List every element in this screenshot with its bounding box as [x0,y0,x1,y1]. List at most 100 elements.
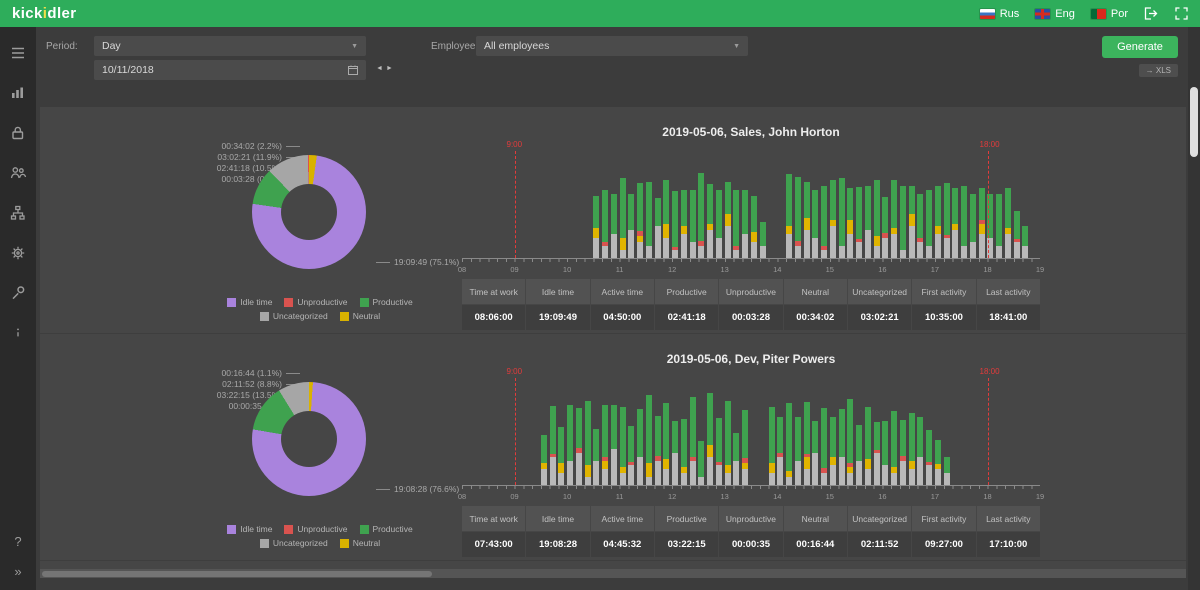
sidebar-item-autokick[interactable] [0,233,36,273]
legend-item: Productive [359,297,413,307]
donut-right-label: 19:09:49 (75.1%) [376,257,459,267]
activity-bar [908,186,915,258]
table-header-cell: Time at work [462,506,526,531]
activity-bar [978,187,985,258]
activity-bar [926,429,933,485]
activity-bar [715,417,722,485]
legend-swatch [339,538,349,548]
schedule-line: 18:00 [980,140,1000,258]
activity-bar [593,196,600,258]
activity-bar [829,417,836,485]
activity-bar [899,420,906,485]
activity-bar [786,174,793,258]
date-nav[interactable]: ◄► [376,65,396,72]
app-logo[interactable]: kickidler [12,5,77,22]
activity-bar [584,401,591,485]
activity-bar [1004,187,1011,258]
table-header-row: Time at work Idle time Active time Producti… [462,506,1040,531]
language-por[interactable]: Por [1090,8,1128,20]
legend-label: Unproductive [297,524,348,534]
date-prev-icon[interactable]: ◄ [376,65,386,72]
export-xls-button[interactable]: → XLS [1138,64,1178,77]
sidebar-item-employees[interactable] [0,153,36,193]
vertical-scrollbar-thumb[interactable] [1190,87,1198,157]
legend-row: Uncategorized Neutral [259,538,380,548]
activity-bar [768,407,775,485]
activity-chart: 9:00 18:00 [462,140,1040,262]
schedule-line-label: 18:00 [979,367,1000,376]
employee-select[interactable]: All employees ▼ [476,36,748,56]
activity-bar [803,182,810,258]
activity-bar [689,397,696,485]
activity-bar [619,178,626,258]
table-value-cell: 03:22:15 [654,532,719,557]
schedule-line-label: 18:00 [979,140,1000,149]
donut-chart [252,155,366,269]
horizontal-scrollbar-thumb[interactable] [42,570,432,577]
table-value-cell: 00:00:35 [719,532,783,557]
activity-bar [663,403,670,485]
legend-label: Productive [372,297,413,307]
collapse-sidebar-button[interactable]: » [0,556,36,586]
uk-flag-icon [1035,8,1051,19]
reports-list: 2019-05-06, Sales, John Horton 00:34:02 … [40,107,1186,561]
chevron-down-icon: ▼ [733,42,740,50]
axis-tick-label: 14 [773,492,782,501]
axis-tick-label: 09 [510,265,519,274]
language-eng[interactable]: Eng [1035,8,1075,20]
table-value-cell: 00:03:28 [719,305,783,330]
sidebar-item-main[interactable] [0,33,36,73]
activity-bar [856,186,863,258]
activity-bar [934,186,941,258]
fullscreen-button[interactable] [1175,7,1188,20]
activity-bar [908,413,915,485]
activity-bar [812,190,819,258]
activity-bar [567,405,574,485]
sidebar-item-about[interactable] [0,313,36,353]
legend-swatch [259,311,269,321]
axis-tick-label: 16 [878,492,887,501]
x-axis: 08 09 10 11 12 13 14 15 16 17 18 19 [458,265,1044,275]
activity-bar [891,410,898,485]
axis-tick-label: 17 [930,265,940,274]
activity-bar [698,441,705,485]
chevron-down-icon: ▼ [351,42,358,50]
activity-bar [1022,226,1029,258]
date-input[interactable]: 10/11/2018 [94,60,366,80]
table-value-cell: 09:27:00 [912,532,976,557]
activity-bar [961,186,968,258]
lock-icon [12,126,24,140]
calendar-icon[interactable] [348,65,358,75]
vertical-scrollbar[interactable] [1188,27,1200,590]
logout-button[interactable] [1144,7,1159,20]
legend-item: Idle time [227,297,272,307]
activity-bar [663,179,670,258]
date-next-icon[interactable]: ► [386,65,396,72]
language-rus[interactable]: Rus [979,8,1019,20]
axis-tick-label: 09 [510,492,519,501]
axis-tick-label: 18 [983,492,992,501]
generate-button[interactable]: Generate [1102,36,1178,58]
table-value-cell: 19:09:49 [526,305,590,330]
axis-tick-label: 11 [615,265,624,274]
activity-bar [864,407,871,485]
activity-bar [715,190,722,258]
activity-bar [917,417,924,485]
sidebar-item-structure[interactable] [0,193,36,233]
table-value-row: 08:06:00 19:09:49 04:50:00 02:41:18 00:03:28… [462,305,1040,330]
legend-label: Unproductive [297,297,348,307]
logo-text-2: dler [47,5,77,22]
activity-bar [707,183,714,258]
sidebar-item-settings[interactable] [0,273,36,313]
horizontal-scrollbar[interactable] [40,569,1186,578]
sidebar-item-reports[interactable] [0,73,36,113]
legend-row: Idle time Unproductive Productive [227,524,413,534]
help-button[interactable]: ? [0,526,36,556]
axis-tick-label: 10 [562,492,572,501]
period-select[interactable]: Day ▼ [94,36,366,56]
table-header-cell: Productive [654,506,719,531]
report-section: 2019-05-06, Sales, John Horton 00:34:02 … [40,107,1186,334]
activity-bar [882,421,889,485]
sidebar-item-security[interactable] [0,113,36,153]
activity-bar [864,186,871,258]
